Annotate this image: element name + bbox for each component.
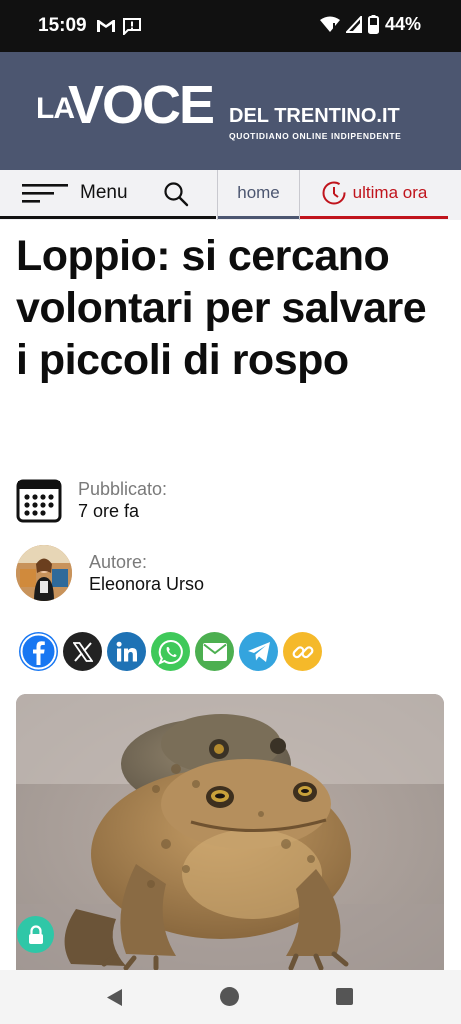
x-icon [72,641,93,662]
whatsapp-icon [157,639,183,665]
battery-icon [367,15,379,34]
email-icon [202,642,227,661]
article-title: Loppio: si cercano volontari per salvare… [16,232,427,384]
author-avatar[interactable] [16,545,72,601]
published-label: Pubblicato: [78,479,168,499]
back-icon[interactable] [105,988,123,1007]
search-icon[interactable] [163,181,189,207]
author-name[interactable]: Eleonora Urso [89,573,204,595]
share-whatsapp-button[interactable] [151,632,190,671]
calendar-icon [16,479,62,523]
gmail-icon [97,20,115,32]
share-copy-link-button[interactable] [283,632,322,671]
battery-level: 44% [384,14,421,34]
share-email-button[interactable] [195,632,234,671]
menu-button[interactable]: Menu [22,170,128,216]
facebook-icon [20,633,57,670]
status-bar: 15:09 44% [0,0,461,52]
telegram-icon [247,641,270,662]
tab-ultima-ora[interactable]: ultima ora [300,170,448,219]
lock-button[interactable] [17,916,54,953]
system-nav-bar [0,970,461,1024]
share-buttons [19,632,322,671]
wifi-icon [319,16,340,32]
home-nav-icon[interactable] [220,987,239,1006]
recents-icon[interactable] [336,988,353,1005]
published-value: 7 ore fa [78,501,140,521]
toads-photo [16,694,444,970]
copy-link-icon [292,645,313,658]
logo-tagline: QUOTIDIANO ONLINE INDIPENDENTE [229,131,402,141]
article-image[interactable] [16,694,444,970]
share-telegram-button[interactable] [239,632,278,671]
top-nav: Menu home ultima ora [0,170,461,220]
share-linkedin-button[interactable] [107,632,146,671]
tab-home[interactable]: home [218,170,299,219]
linkedin-icon [116,641,137,661]
logo-del-trentino: DEL TRENTINO.IT [229,105,400,127]
signal-icon [345,16,362,33]
lock-icon [28,924,43,944]
published-meta: Pubblicato: 7 ore fa [16,477,167,523]
tab-ultima-ora-label: ultima ora [352,183,428,202]
nav-underline [0,216,216,219]
logo-voce: VOCE [68,75,215,135]
share-x-button[interactable] [63,632,102,671]
author-label: Autore: [89,552,148,572]
masthead[interactable]: LA VOCE DEL TRENTINO.IT QUOTIDIANO ONLIN… [0,52,461,170]
author-meta: Autore: Eleonora Urso [16,545,204,601]
clock-icon [322,181,346,205]
message-alert-icon [123,18,141,35]
hamburger-icon [22,184,68,203]
share-facebook-button[interactable] [19,632,58,671]
menu-label: Menu [80,182,128,203]
tab-home-label: home [237,183,280,202]
status-time: 15:09 [38,15,87,36]
